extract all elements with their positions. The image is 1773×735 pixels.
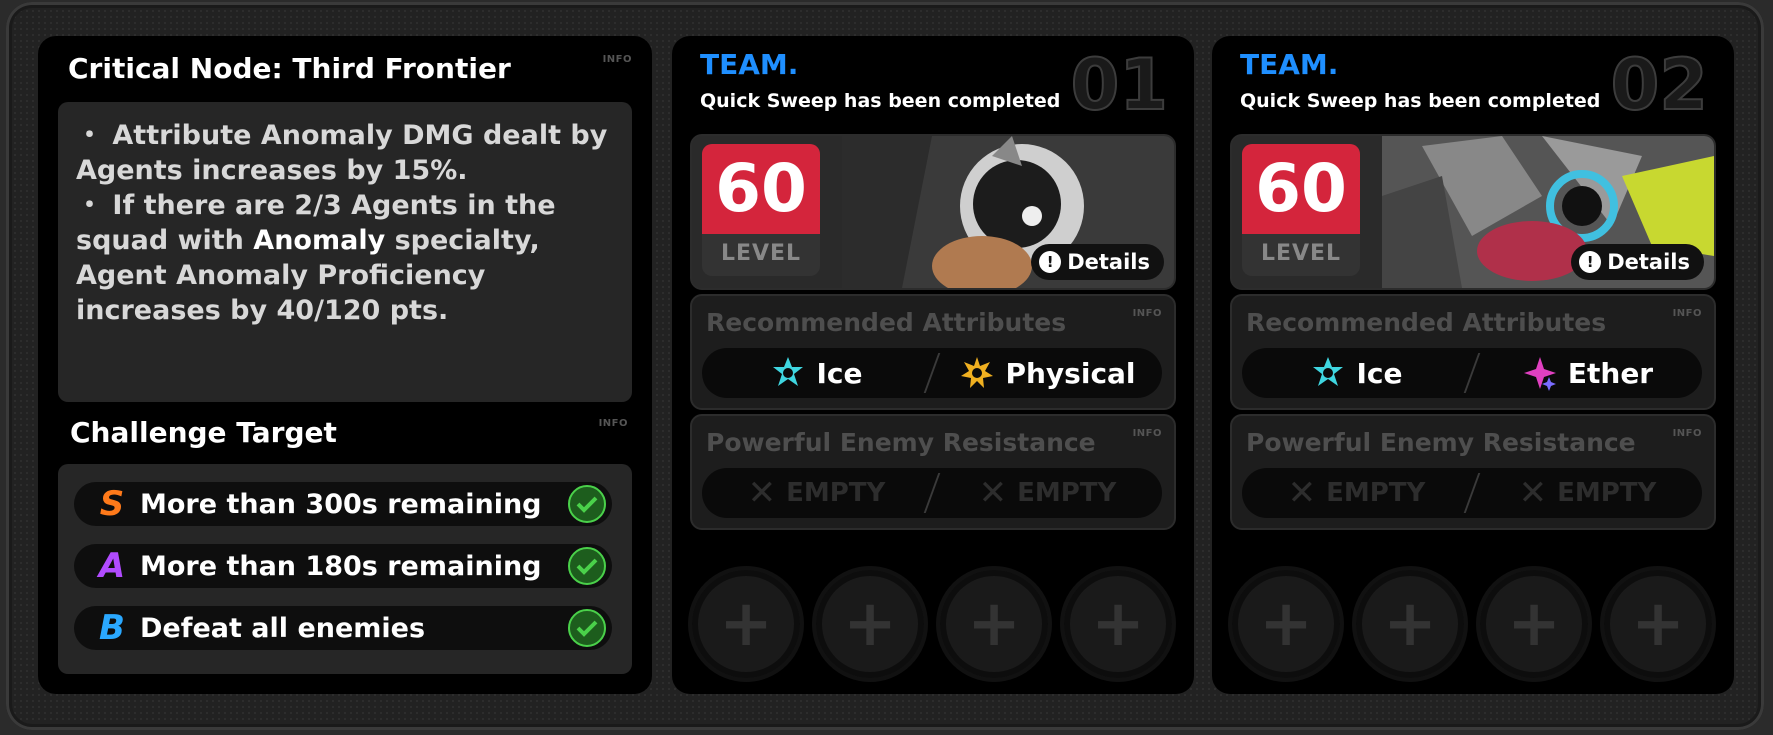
- x-icon: ✕: [1518, 473, 1548, 513]
- resistance-pill: ✕ EMPTY ✕ EMPTY: [702, 468, 1162, 518]
- check-icon: [568, 485, 606, 523]
- agent-slot-3[interactable]: +: [936, 566, 1052, 682]
- level-value: 60: [1242, 144, 1360, 234]
- recommended-attributes: Recommended Attributes INFO Ice Physical: [690, 294, 1176, 410]
- attribute-ice: Ice: [1242, 355, 1471, 391]
- team-number: 01: [1070, 43, 1169, 127]
- team-status: Quick Sweep has been completed: [700, 90, 1061, 112]
- plus-icon: +: [967, 587, 1021, 661]
- plus-icon: +: [1383, 587, 1437, 661]
- x-icon: ✕: [1287, 473, 1317, 513]
- x-icon: ✕: [978, 473, 1008, 513]
- agent-slot-1[interactable]: +: [1228, 566, 1344, 682]
- desc-anomaly-highlight: Anomaly: [253, 225, 386, 256]
- attribute-label: Ice: [816, 356, 863, 390]
- resistance-pill: ✕ EMPTY ✕ EMPTY: [1242, 468, 1702, 518]
- plus-icon: +: [1259, 587, 1313, 661]
- level-label: LEVEL: [1260, 241, 1342, 266]
- challenge-title: Challenge Target: [70, 416, 337, 449]
- details-icon: !: [1579, 251, 1602, 273]
- target-row-a: A More than 180s remaining: [74, 544, 612, 588]
- node-info-button[interactable]: INFO: [603, 54, 632, 65]
- attribute-pill: Ice Physical: [702, 348, 1162, 398]
- attribute-label: Ether: [1567, 356, 1654, 390]
- target-text: More than 300s remaining: [140, 488, 542, 520]
- level-badge: 60 LEVEL: [1242, 144, 1360, 276]
- resistance-slot: ✕ EMPTY: [1473, 473, 1702, 513]
- ice-icon: [1313, 357, 1344, 386]
- agent-slot-1[interactable]: +: [688, 566, 804, 682]
- team-label: TEAM.: [1240, 48, 1339, 81]
- target-text: More than 180s remaining: [140, 550, 542, 582]
- node-description: ・ Attribute Anomaly DMG dealt by Agents …: [58, 102, 632, 402]
- resistance-title: Powerful Enemy Resistance: [1246, 428, 1636, 457]
- plus-icon: +: [1091, 587, 1145, 661]
- details-label: Details: [1607, 250, 1690, 274]
- resistance-label: EMPTY: [786, 478, 886, 508]
- team-number: 02: [1610, 43, 1709, 127]
- recommended-info-button[interactable]: INFO: [1133, 308, 1162, 319]
- recommended-title: Recommended Attributes: [706, 308, 1067, 337]
- plus-icon: +: [1507, 587, 1561, 661]
- resistance-label: EMPTY: [1557, 478, 1657, 508]
- ice-icon: [773, 357, 804, 386]
- resistance-info-button[interactable]: INFO: [1673, 428, 1702, 439]
- team-label: TEAM.: [700, 48, 799, 81]
- attribute-physical: Physical: [933, 355, 1162, 391]
- target-row-s: S More than 300s remaining: [74, 482, 612, 526]
- plus-icon: +: [843, 587, 897, 661]
- team-status: Quick Sweep has been completed: [1240, 90, 1601, 112]
- agent-slot-2[interactable]: +: [812, 566, 928, 682]
- recommended-info-button[interactable]: INFO: [1673, 308, 1702, 319]
- resistance-slot: ✕ EMPTY: [702, 473, 931, 513]
- details-button[interactable]: ! Details: [1031, 244, 1164, 280]
- agent-slot-2[interactable]: +: [1352, 566, 1468, 682]
- plus-icon: +: [719, 587, 773, 661]
- details-button[interactable]: ! Details: [1571, 244, 1704, 280]
- x-icon: ✕: [747, 473, 777, 513]
- attribute-pill: Ice Ether: [1242, 348, 1702, 398]
- resistance-label: EMPTY: [1017, 478, 1117, 508]
- grade-a-icon: A: [98, 546, 126, 586]
- resistance-title: Powerful Enemy Resistance: [706, 428, 1096, 457]
- node-title: Critical Node: Third Frontier: [68, 52, 511, 85]
- recommended-attributes: Recommended Attributes INFO Ice Ether: [1230, 294, 1716, 410]
- team-panel-02: TEAM. Quick Sweep has been completed 02 …: [1212, 36, 1734, 694]
- plus-icon: +: [1631, 587, 1685, 661]
- level-label: LEVEL: [720, 241, 802, 266]
- enemy-banner: 60 LEVEL ! Details: [690, 134, 1176, 290]
- resistance-info-button[interactable]: INFO: [1133, 428, 1162, 439]
- details-icon: !: [1039, 251, 1062, 273]
- attribute-ether: Ether: [1473, 355, 1702, 391]
- team-panel-01: TEAM. Quick Sweep has been completed 01 …: [672, 36, 1194, 694]
- enemy-banner: 60 LEVEL ! Details: [1230, 134, 1716, 290]
- resistance-label: EMPTY: [1326, 478, 1426, 508]
- grade-s-icon: S: [99, 484, 125, 524]
- grade-b-icon: B: [99, 608, 125, 648]
- enemy-resistance: Powerful Enemy Resistance INFO ✕ EMPTY ✕…: [1230, 414, 1716, 530]
- target-text: Defeat all enemies: [140, 612, 426, 644]
- check-icon: [568, 609, 606, 647]
- target-row-b: B Defeat all enemies: [74, 606, 612, 650]
- resistance-slot: ✕ EMPTY: [933, 473, 1162, 513]
- agent-slot-3[interactable]: +: [1476, 566, 1592, 682]
- level-badge: 60 LEVEL: [702, 144, 820, 276]
- agent-slot-4[interactable]: +: [1060, 566, 1176, 682]
- physical-icon: [961, 357, 994, 388]
- check-icon: [568, 547, 606, 585]
- attribute-ice: Ice: [702, 355, 931, 391]
- details-label: Details: [1067, 250, 1150, 274]
- level-value: 60: [702, 144, 820, 234]
- challenge-info-button[interactable]: INFO: [599, 418, 628, 429]
- attribute-label: Ice: [1356, 356, 1403, 390]
- ether-icon: [1523, 357, 1556, 391]
- agent-slot-4[interactable]: +: [1600, 566, 1716, 682]
- resistance-slot: ✕ EMPTY: [1242, 473, 1471, 513]
- enemy-resistance: Powerful Enemy Resistance INFO ✕ EMPTY ✕…: [690, 414, 1176, 530]
- attribute-label: Physical: [1005, 356, 1136, 390]
- node-info-panel: Critical Node: Third Frontier INFO ・ Att…: [38, 36, 652, 694]
- challenge-targets: S More than 300s remaining A More than 1…: [58, 464, 632, 674]
- recommended-title: Recommended Attributes: [1246, 308, 1607, 337]
- desc-line-1: ・ Attribute Anomaly DMG dealt by Agents …: [76, 120, 608, 186]
